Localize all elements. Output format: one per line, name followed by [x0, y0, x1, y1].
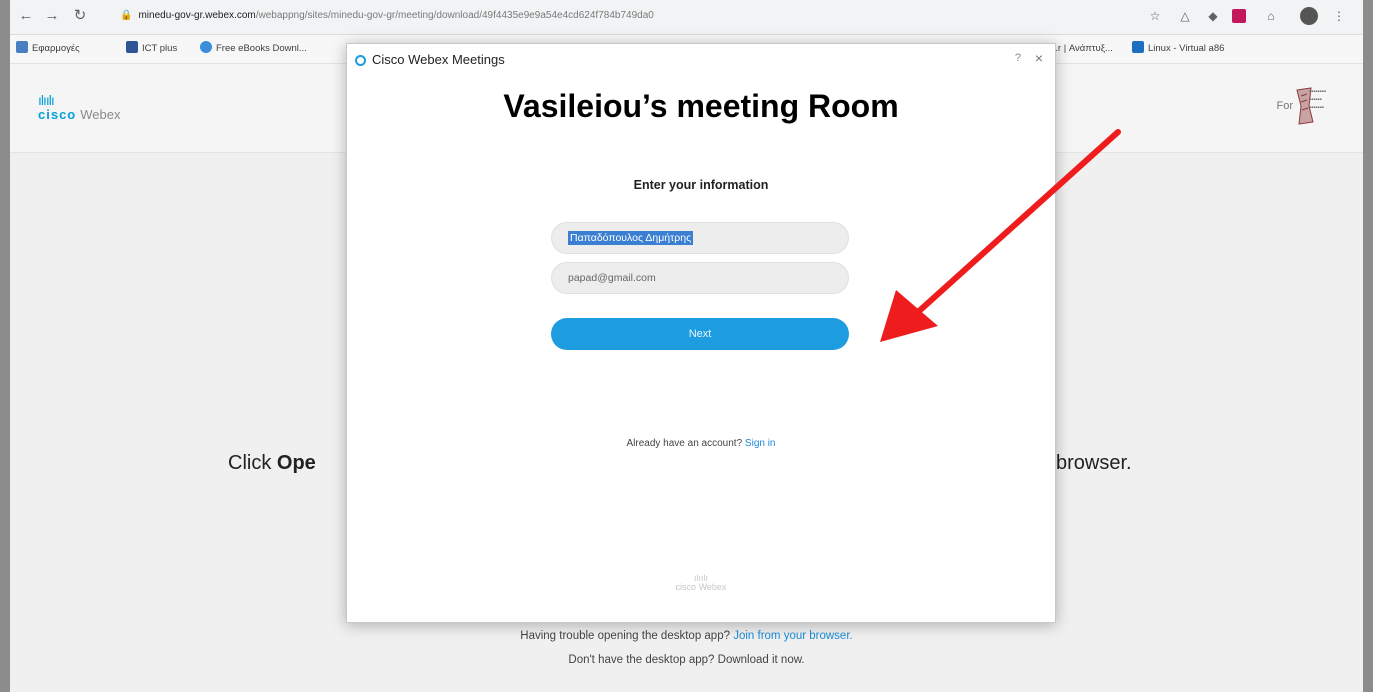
webex-meetings-dialog: Cisco Webex Meetings ? × Vasileiou’s mee… — [346, 43, 1056, 623]
browser-toolbar: ← → ↻ 🔒 minedu-gov-gr.webex.com/webappng/… — [10, 0, 1363, 35]
lock-icon: 🔒 — [120, 10, 133, 21]
extension-icon[interactable] — [1232, 9, 1246, 23]
join-from-browser-link[interactable]: Join from your browser. — [733, 630, 853, 642]
url-path: /webappng/sites/minedu-gov-gr/meeting/do… — [255, 10, 654, 21]
menu-icon[interactable]: ⋮ — [1330, 7, 1348, 25]
meeting-room-label: Vasileiou’s meeting Room — [423, 68, 979, 144]
trouble-line: Having trouble opening the desktop app? … — [520, 630, 853, 642]
help-icon[interactable]: ? — [1015, 52, 1021, 64]
forward-icon[interactable]: → — [42, 6, 62, 26]
linux-icon — [1132, 41, 1144, 53]
email-field[interactable]: papad@gmail.com — [551, 262, 849, 294]
browser-window: ← → ↻ 🔒 minedu-gov-gr.webex.com/webappng/… — [10, 0, 1363, 692]
bookmark-free-ebooks[interactable]: Free eBooks Downl... — [200, 41, 307, 57]
form-heading: Enter your information — [633, 178, 769, 192]
organization-text: ▪▪▪▪▪▪▪▪ ▪▪▪▪▪▪ ▪▪▪▪▪▪▪ — [1309, 89, 1327, 111]
next-button[interactable]: Next — [551, 318, 849, 350]
close-icon[interactable]: × — [1035, 50, 1043, 66]
profile-avatar[interactable] — [1300, 7, 1318, 25]
extension-icon[interactable]: ◆ — [1204, 7, 1222, 25]
extension-icon[interactable]: △ — [1176, 7, 1194, 25]
browser-instruction-text: browser. — [1056, 452, 1132, 474]
for-label: For — [1276, 100, 1294, 112]
name-field[interactable]: Παπαδόπουλος Δημήτρης — [551, 222, 849, 254]
window-border-left — [0, 0, 10, 692]
window-border-right — [1363, 0, 1373, 692]
apps-grid-icon — [16, 41, 28, 53]
account-line: Already have an account? Sign in — [626, 438, 776, 449]
bookmark-anaptyxi[interactable]: ...r | Ανάπτυξ... — [1050, 41, 1113, 57]
address-bar[interactable]: 🔒 minedu-gov-gr.webex.com/webappng/sites/… — [120, 5, 960, 27]
url-host: minedu-gov-gr.webex.com — [138, 10, 256, 21]
webex-page: ılıılı cisco Webex For ▪▪▪▪▪▪▪▪ ▪▪▪▪▪▪ ▪▪▪▪… — [10, 43, 1363, 692]
download-line[interactable]: Don't have the desktop app? Download it … — [10, 654, 1363, 666]
extension-icon[interactable]: ⌂ — [1262, 7, 1280, 25]
ebooks-icon — [200, 41, 212, 53]
reload-icon[interactable]: ↻ — [70, 6, 90, 26]
email-value: papad@gmail.com — [568, 272, 656, 284]
cisco-bars-icon: ılıılı — [38, 92, 55, 108]
back-icon[interactable]: ← — [16, 6, 36, 26]
bookmark-linux[interactable]: Linux - Virtual a86 — [1132, 41, 1224, 57]
star-icon[interactable]: ☆ — [1146, 7, 1164, 25]
open-instruction-text: Click Ope — [228, 452, 316, 474]
name-value: Παπαδόπουλος Δημήτρης — [568, 231, 694, 245]
dialog-footer-logo: ılıılı cisco Webex — [347, 574, 1055, 592]
ict-icon — [126, 41, 138, 53]
cisco-webex-logo[interactable]: ılıılı cisco Webex — [38, 92, 120, 124]
bookmark-ict-plus[interactable]: ICT plus — [126, 41, 177, 57]
sign-in-link[interactable]: Sign in — [745, 438, 776, 449]
bookmark-apps[interactable]: Εφαρμογές — [16, 41, 80, 57]
dialog-title: Cisco Webex Meetings — [355, 52, 505, 67]
webex-app-icon — [355, 55, 366, 66]
